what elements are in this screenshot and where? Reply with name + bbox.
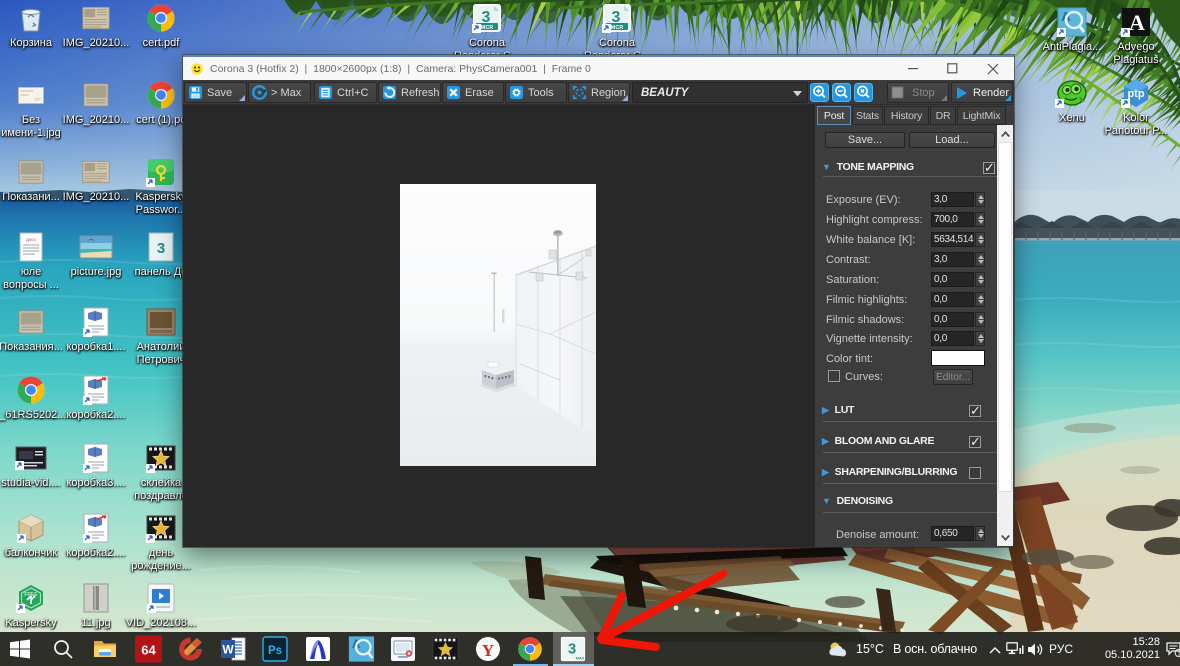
svg-text:MCR: MCR bbox=[481, 25, 494, 31]
svg-text:3: 3 bbox=[157, 240, 165, 257]
svg-text:64: 64 bbox=[141, 643, 156, 658]
svg-text:A: A bbox=[1129, 10, 1145, 35]
svg-text:Y: Y bbox=[482, 641, 494, 660]
svg-text:ptp: ptp bbox=[1127, 88, 1144, 100]
svg-text:W: W bbox=[222, 643, 234, 657]
svg-text:MCR: MCR bbox=[611, 25, 624, 31]
svg-text:досх: досх bbox=[26, 237, 36, 242]
svg-text:MAX: MAX bbox=[576, 655, 585, 660]
svg-text:Ps: Ps bbox=[268, 645, 282, 657]
